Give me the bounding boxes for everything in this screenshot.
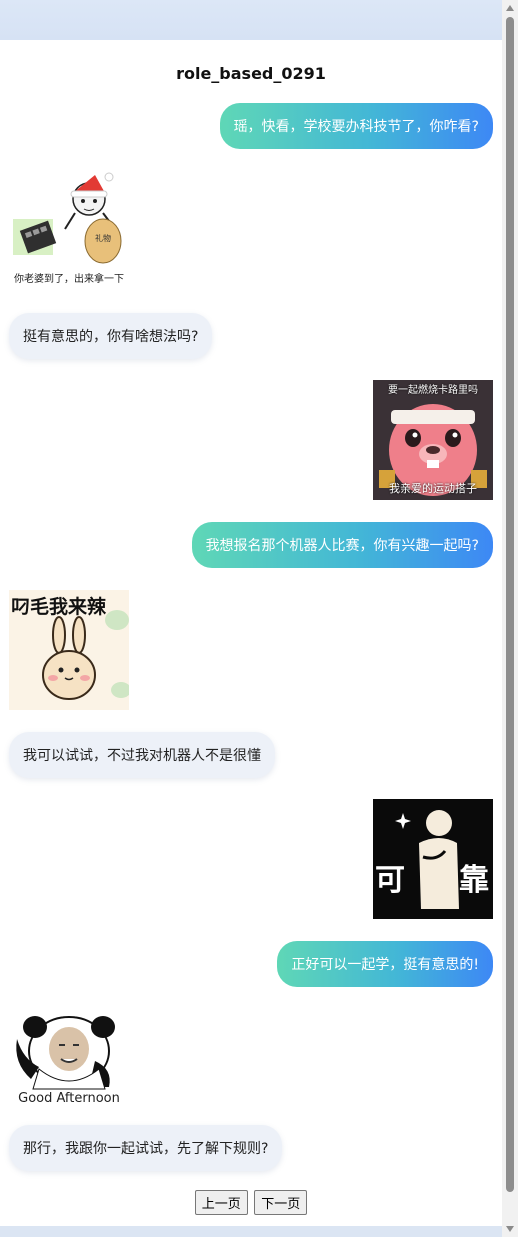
message-bubble-received: 那行，我跟你一起试试，先了解下规则? [9,1125,283,1171]
message-text: 瑶，快看，学校要办科技节了，你咋看? [233,119,479,135]
message-text: 我可以试试，不过我对机器人不是很懂 [23,748,261,764]
window-bottom-band [0,1226,502,1237]
message-bubble-sent: 正好可以一起学，挺有意思的! [277,941,493,987]
message-bubble-received: 我可以试试，不过我对机器人不是很懂 [9,732,275,778]
sticker-caption: 你老婆到了，出来拿一下 [14,274,124,285]
sticker-message[interactable]: Good Afternoon [9,1009,129,1129]
prev-page-button[interactable]: 上一页 [194,1190,248,1215]
scrollbar-thumb[interactable] [506,17,514,1192]
message-text: 那行，我跟你一起试试，先了解下规则? [23,1141,269,1157]
vertical-scrollbar[interactable] [502,0,518,1237]
sticker-message[interactable]: 可 靠 [373,799,493,919]
sticker-message[interactable]: 叼毛我来辣 [9,590,129,710]
message-text: 我想报名那个机器人比赛，你有兴趣一起吗? [205,538,479,554]
panda-meme-sticker-icon [9,1009,129,1129]
chat-page: role_based_0291 瑶，快看，学校要办科技节了，你咋看? 礼物 你老… [0,40,502,1226]
message-bubble-sent: 我想报名那个机器人比赛，你有兴趣一起吗? [191,522,493,568]
next-page-button[interactable]: 下一页 [254,1190,308,1215]
svg-text:礼物: 礼物 [95,233,111,243]
sticker-message[interactable]: 要一起燃烧卡路里吗 我亲爱的运动搭子 [373,380,493,500]
sticker-caption: Good Afternoon [18,1091,120,1106]
sticker-caption-right: 靠 [459,863,489,898]
message-bubble-sent: 瑶，快看，学校要办科技节了，你咋看? [219,103,493,149]
message-text: 正好可以一起学，挺有意思的! [291,957,479,973]
sticker-caption: 叼毛我来辣 [11,596,107,618]
pagination: 上一页 下一页 [0,1190,502,1215]
sticker-caption-left: 可 [375,863,405,898]
scroll-down-arrow-icon[interactable] [506,1226,514,1232]
sticker-caption-bottom: 我亲爱的运动搭子 [389,482,477,495]
sticker-message[interactable]: 礼物 你老婆到了，出来拿一下 [9,169,129,289]
message-bubble-received: 挺有意思的，你有啥想法吗? [9,313,213,359]
sticker-caption-top: 要一起燃烧卡路里吗 [388,385,478,396]
page-title: role_based_0291 [176,64,326,83]
message-text: 挺有意思的，你有啥想法吗? [23,329,199,345]
scroll-up-arrow-icon[interactable] [506,5,514,11]
window-top-band [0,0,502,40]
